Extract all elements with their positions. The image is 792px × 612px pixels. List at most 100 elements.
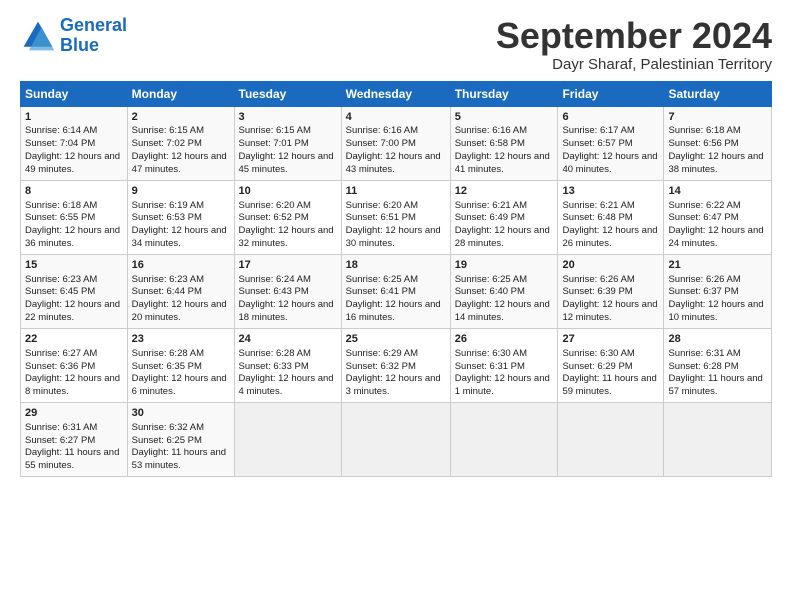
sunrise-text: Sunrise: 6:31 AM [25, 422, 97, 433]
daylight-text: Daylight: 12 hours and 3 minutes. [346, 373, 441, 397]
table-row: 27Sunrise: 6:30 AMSunset: 6:29 PMDayligh… [558, 328, 664, 402]
day-number: 17 [239, 258, 337, 273]
sunrise-text: Sunrise: 6:23 AM [132, 274, 204, 285]
daylight-text: Daylight: 12 hours and 47 minutes. [132, 151, 227, 175]
calendar-week-5: 29Sunrise: 6:31 AMSunset: 6:27 PMDayligh… [21, 402, 772, 476]
daylight-text: Daylight: 12 hours and 14 minutes. [455, 299, 550, 323]
sunrise-text: Sunrise: 6:15 AM [239, 125, 311, 136]
calendar-week-1: 1Sunrise: 6:14 AMSunset: 7:04 PMDaylight… [21, 106, 772, 180]
day-number: 27 [562, 332, 659, 347]
sunset-text: Sunset: 7:01 PM [239, 138, 309, 149]
daylight-text: Daylight: 12 hours and 12 minutes. [562, 299, 657, 323]
sunset-text: Sunset: 7:00 PM [346, 138, 416, 149]
daylight-text: Daylight: 12 hours and 38 minutes. [668, 151, 763, 175]
table-row: 2Sunrise: 6:15 AMSunset: 7:02 PMDaylight… [127, 106, 234, 180]
daylight-text: Daylight: 12 hours and 40 minutes. [562, 151, 657, 175]
table-row: 6Sunrise: 6:17 AMSunset: 6:57 PMDaylight… [558, 106, 664, 180]
sunset-text: Sunset: 6:27 PM [25, 435, 95, 446]
table-row: 8Sunrise: 6:18 AMSunset: 6:55 PMDaylight… [21, 180, 128, 254]
table-row: 19Sunrise: 6:25 AMSunset: 6:40 PMDayligh… [450, 254, 558, 328]
daylight-text: Daylight: 12 hours and 43 minutes. [346, 151, 441, 175]
sunset-text: Sunset: 6:40 PM [455, 286, 525, 297]
logo: General Blue [20, 16, 127, 56]
logo-icon [20, 18, 56, 54]
sunrise-text: Sunrise: 6:19 AM [132, 200, 204, 211]
daylight-text: Daylight: 12 hours and 4 minutes. [239, 373, 334, 397]
daylight-text: Daylight: 11 hours and 55 minutes. [25, 447, 119, 471]
logo-text: General Blue [60, 16, 127, 56]
daylight-text: Daylight: 12 hours and 24 minutes. [668, 225, 763, 249]
daylight-text: Daylight: 12 hours and 30 minutes. [346, 225, 441, 249]
day-number: 3 [239, 110, 337, 125]
sunrise-text: Sunrise: 6:21 AM [455, 200, 527, 211]
sunset-text: Sunset: 6:58 PM [455, 138, 525, 149]
day-number: 13 [562, 184, 659, 199]
day-number: 11 [346, 184, 446, 199]
sunrise-text: Sunrise: 6:32 AM [132, 422, 204, 433]
page: General Blue September 2024 Dayr Sharaf,… [0, 0, 792, 612]
daylight-text: Daylight: 12 hours and 36 minutes. [25, 225, 120, 249]
calendar: Sunday Monday Tuesday Wednesday Thursday… [20, 81, 772, 477]
table-row: 24Sunrise: 6:28 AMSunset: 6:33 PMDayligh… [234, 328, 341, 402]
header-saturday: Saturday [664, 81, 772, 106]
day-number: 25 [346, 332, 446, 347]
sunrise-text: Sunrise: 6:30 AM [562, 348, 634, 359]
daylight-text: Daylight: 11 hours and 57 minutes. [668, 373, 762, 397]
daylight-text: Daylight: 11 hours and 53 minutes. [132, 447, 226, 471]
sunset-text: Sunset: 6:57 PM [562, 138, 632, 149]
sunrise-text: Sunrise: 6:30 AM [455, 348, 527, 359]
sunset-text: Sunset: 6:51 PM [346, 212, 416, 223]
daylight-text: Daylight: 11 hours and 59 minutes. [562, 373, 656, 397]
table-row: 30Sunrise: 6:32 AMSunset: 6:25 PMDayligh… [127, 402, 234, 476]
day-number: 24 [239, 332, 337, 347]
day-number: 15 [25, 258, 123, 273]
subtitle: Dayr Sharaf, Palestinian Territory [496, 56, 772, 73]
sunrise-text: Sunrise: 6:29 AM [346, 348, 418, 359]
sunrise-text: Sunrise: 6:24 AM [239, 274, 311, 285]
header-thursday: Thursday [450, 81, 558, 106]
daylight-text: Daylight: 12 hours and 45 minutes. [239, 151, 334, 175]
sunrise-text: Sunrise: 6:28 AM [239, 348, 311, 359]
daylight-text: Daylight: 12 hours and 32 minutes. [239, 225, 334, 249]
sunset-text: Sunset: 6:56 PM [668, 138, 738, 149]
table-row: 14Sunrise: 6:22 AMSunset: 6:47 PMDayligh… [664, 180, 772, 254]
sunset-text: Sunset: 6:41 PM [346, 286, 416, 297]
daylight-text: Daylight: 12 hours and 18 minutes. [239, 299, 334, 323]
calendar-week-3: 15Sunrise: 6:23 AMSunset: 6:45 PMDayligh… [21, 254, 772, 328]
daylight-text: Daylight: 12 hours and 16 minutes. [346, 299, 441, 323]
sunrise-text: Sunrise: 6:20 AM [239, 200, 311, 211]
day-number: 26 [455, 332, 554, 347]
sunrise-text: Sunrise: 6:17 AM [562, 125, 634, 136]
day-number: 12 [455, 184, 554, 199]
header-friday: Friday [558, 81, 664, 106]
calendar-body: 1Sunrise: 6:14 AMSunset: 7:04 PMDaylight… [21, 106, 772, 476]
sunrise-text: Sunrise: 6:15 AM [132, 125, 204, 136]
table-row: 16Sunrise: 6:23 AMSunset: 6:44 PMDayligh… [127, 254, 234, 328]
calendar-week-2: 8Sunrise: 6:18 AMSunset: 6:55 PMDaylight… [21, 180, 772, 254]
daylight-text: Daylight: 12 hours and 28 minutes. [455, 225, 550, 249]
sunset-text: Sunset: 6:28 PM [668, 361, 738, 372]
sunset-text: Sunset: 6:52 PM [239, 212, 309, 223]
table-row: 21Sunrise: 6:26 AMSunset: 6:37 PMDayligh… [664, 254, 772, 328]
header-tuesday: Tuesday [234, 81, 341, 106]
day-number: 20 [562, 258, 659, 273]
sunset-text: Sunset: 6:35 PM [132, 361, 202, 372]
table-row: 15Sunrise: 6:23 AMSunset: 6:45 PMDayligh… [21, 254, 128, 328]
header: General Blue September 2024 Dayr Sharaf,… [20, 16, 772, 73]
table-row: 3Sunrise: 6:15 AM Sunset: 7:01 PM Daylight… [234, 106, 341, 180]
table-row: 29Sunrise: 6:31 AMSunset: 6:27 PMDayligh… [21, 402, 128, 476]
daylight-text: Daylight: 12 hours and 10 minutes. [668, 299, 763, 323]
day-number: 16 [132, 258, 230, 273]
daylight-text: Daylight: 12 hours and 22 minutes. [25, 299, 120, 323]
table-row: 1Sunrise: 6:14 AMSunset: 7:04 PMDaylight… [21, 106, 128, 180]
table-row: 17Sunrise: 6:24 AMSunset: 6:43 PMDayligh… [234, 254, 341, 328]
sunrise-text: Sunrise: 6:16 AM [346, 125, 418, 136]
title-block: September 2024 Dayr Sharaf, Palestinian … [496, 16, 772, 73]
table-row: 22Sunrise: 6:27 AMSunset: 6:36 PMDayligh… [21, 328, 128, 402]
sunrise-text: Sunrise: 6:27 AM [25, 348, 97, 359]
sunrise-text: Sunrise: 6:31 AM [668, 348, 740, 359]
day-number: 22 [25, 332, 123, 347]
sunset-text: Sunset: 6:39 PM [562, 286, 632, 297]
sunrise-text: Sunrise: 6:25 AM [455, 274, 527, 285]
day-number: 30 [132, 406, 230, 421]
